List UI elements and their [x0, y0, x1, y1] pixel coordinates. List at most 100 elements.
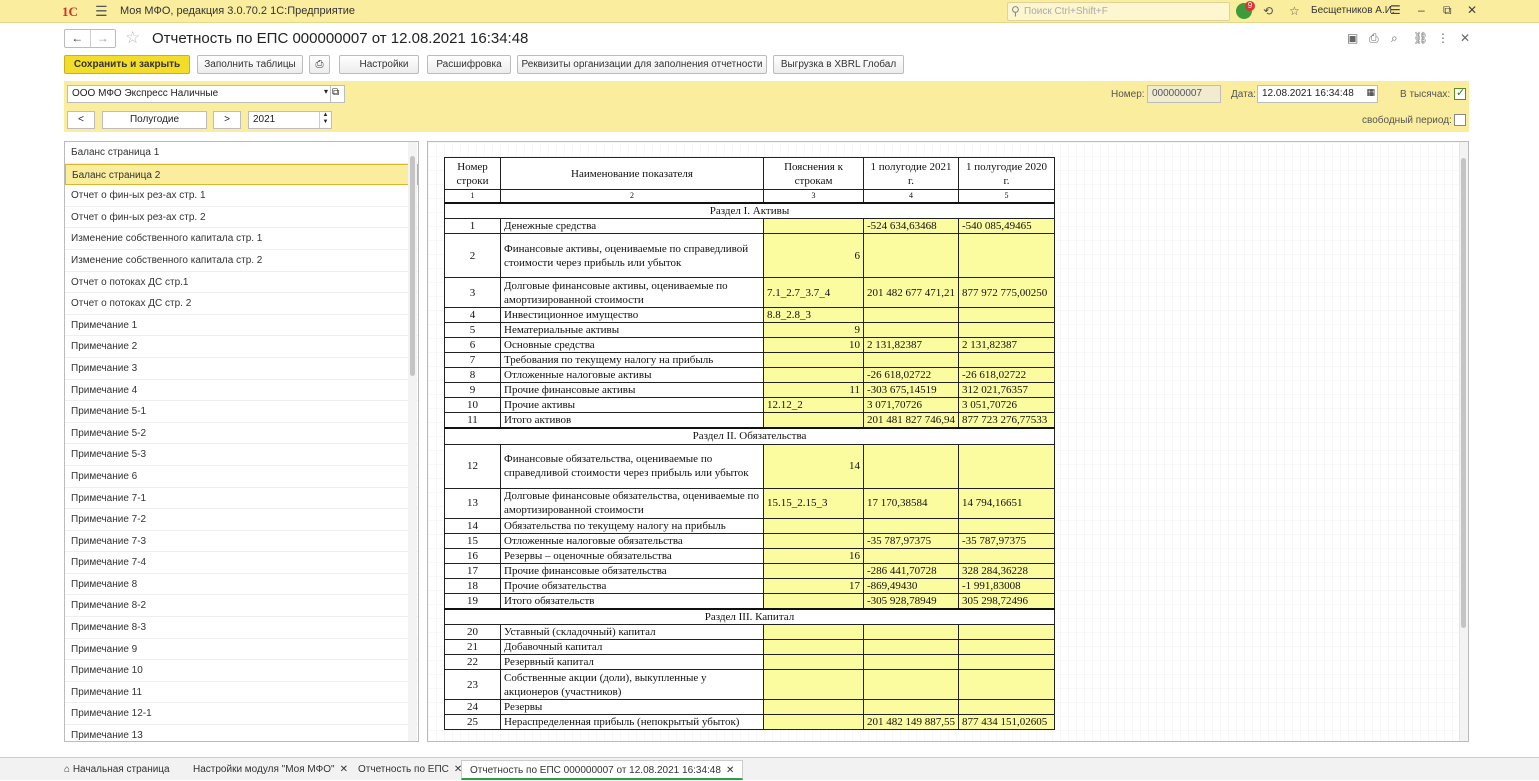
sidebar-item[interactable]: Примечание 9 — [65, 639, 418, 661]
value-2021-cell[interactable] — [863, 517, 959, 534]
date-field[interactable]: 12.08.2021 16:34:48 ▦ — [1257, 85, 1378, 103]
current-user[interactable]: Бесщетников А.И. — [1311, 5, 1395, 16]
sidebar-item[interactable]: Примечание 13 — [65, 725, 418, 741]
sidebar-item[interactable]: Отчет о потоках ДС стр. 2 — [65, 293, 418, 315]
value-2021-cell[interactable]: -303 675,14519 — [863, 382, 959, 398]
sidebar-scroll-thumb[interactable] — [410, 156, 415, 376]
value-2020-cell[interactable]: 328 284,36228 — [958, 562, 1055, 579]
note-cell[interactable] — [763, 624, 864, 640]
value-2020-cell[interactable]: -26 618,02722 — [958, 367, 1055, 383]
sidebar-item[interactable]: Примечание 1 — [65, 315, 418, 337]
value-2020-cell[interactable] — [958, 624, 1055, 640]
more-icon[interactable]: ⋮ — [1437, 31, 1449, 45]
open-org-icon[interactable]: ⧉ — [330, 85, 345, 103]
note-cell[interactable] — [763, 517, 864, 534]
note-cell[interactable] — [763, 714, 864, 730]
value-2021-cell[interactable] — [863, 443, 959, 489]
value-2020-cell[interactable]: 877 434 151,02605 — [958, 714, 1055, 730]
value-2021-cell[interactable] — [863, 669, 959, 700]
value-2021-cell[interactable]: -35 787,97375 — [863, 532, 959, 549]
sidebar-item[interactable]: Баланс страница 2 — [65, 163, 418, 186]
close-window-icon[interactable]: ✕ — [1467, 3, 1477, 17]
value-2021-cell[interactable]: -869,49430 — [863, 577, 959, 594]
value-2020-cell[interactable] — [958, 352, 1055, 368]
note-cell[interactable]: 11 — [763, 382, 864, 398]
value-2020-cell[interactable]: 2 131,82387 — [958, 337, 1055, 353]
sidebar-item[interactable]: Примечание 7-1 — [65, 488, 418, 510]
value-2020-cell[interactable] — [958, 307, 1055, 323]
value-2021-cell[interactable]: 2 131,82387 — [863, 337, 959, 353]
free-period-checkbox[interactable] — [1454, 114, 1466, 126]
note-cell[interactable]: 14 — [763, 443, 864, 489]
tab-eps-list[interactable]: Отчетность по ЕПС ✕ — [350, 760, 470, 780]
note-cell[interactable] — [763, 639, 864, 655]
calendar-icon[interactable]: ▦ — [1366, 87, 1375, 98]
sidebar-item[interactable]: Баланс страница 1 — [65, 142, 418, 164]
back-icon[interactable]: ← — [65, 30, 90, 47]
sidebar-item[interactable]: Отчет о фин-ых рез-ах стр. 1 — [65, 185, 418, 207]
sidebar-item[interactable]: Примечание 7-3 — [65, 531, 418, 553]
period-prev-button[interactable]: < — [67, 111, 95, 129]
dropdown-icon[interactable]: ▾ — [324, 87, 328, 96]
sidebar-item[interactable]: Примечание 8 — [65, 574, 418, 596]
sidebar-item[interactable]: Изменение собственного капитала стр. 2 — [65, 250, 418, 272]
sidebar-item[interactable]: Примечание 5-1 — [65, 401, 418, 423]
value-2021-cell[interactable] — [863, 322, 959, 338]
history-icon[interactable]: ⟲ — [1263, 4, 1273, 18]
sidebar-item[interactable]: Примечание 3 — [65, 358, 418, 380]
close-form-icon[interactable]: ✕ — [1460, 31, 1470, 45]
save-close-button[interactable]: Сохранить и закрыть — [64, 55, 190, 74]
main-menu-icon[interactable]: ☰ — [95, 3, 108, 20]
print-icon[interactable]: ⎙ — [1369, 31, 1379, 46]
value-2020-cell[interactable] — [958, 669, 1055, 700]
value-2020-cell[interactable] — [958, 699, 1055, 715]
sidebar-item[interactable]: Примечание 8-3 — [65, 617, 418, 639]
note-cell[interactable]: 15.15_2.15_3 — [763, 487, 864, 519]
sidebar-item[interactable]: Примечание 10 — [65, 660, 418, 682]
global-search-input[interactable]: ⚲ Поиск Ctrl+Shift+F — [1007, 2, 1230, 21]
note-cell[interactable]: 8.8_2.8_3 — [763, 307, 864, 323]
value-2020-cell[interactable]: 14 794,16651 — [958, 487, 1055, 519]
preview-icon[interactable]: ⌕ — [1391, 31, 1398, 46]
note-cell[interactable] — [763, 367, 864, 383]
tab-home[interactable]: ⌂ Начальная страница — [56, 760, 178, 780]
sidebar-item[interactable]: Примечание 6 — [65, 466, 418, 488]
sidebar-scrollbar[interactable] — [408, 142, 417, 741]
value-2020-cell[interactable]: -1 991,83008 — [958, 577, 1055, 594]
note-cell[interactable] — [763, 669, 864, 700]
sidebar-item[interactable]: Примечание 11 — [65, 682, 418, 704]
value-2021-cell[interactable]: 201 482 149 887,55 — [863, 714, 959, 730]
note-cell[interactable] — [763, 352, 864, 368]
value-2021-cell[interactable] — [863, 639, 959, 655]
note-cell[interactable] — [763, 412, 864, 429]
sidebar-item[interactable]: Примечание 2 — [65, 336, 418, 358]
org-details-button[interactable]: Реквизиты организации для заполнения отч… — [517, 55, 767, 74]
close-tab-icon[interactable]: ✕ — [726, 765, 734, 776]
value-2021-cell[interactable]: -286 441,70728 — [863, 562, 959, 579]
fill-tables-button[interactable]: Заполнить таблицы — [197, 55, 303, 74]
sidebar-item[interactable]: Примечание 4 — [65, 380, 418, 402]
value-2020-cell[interactable] — [958, 233, 1055, 278]
value-2021-cell[interactable]: 201 482 677 471,21 — [863, 277, 959, 308]
value-2020-cell[interactable] — [958, 517, 1055, 534]
value-2021-cell[interactable] — [863, 624, 959, 640]
value-2021-cell[interactable]: -305 928,78949 — [863, 592, 959, 609]
value-2021-cell[interactable] — [863, 233, 959, 278]
value-2021-cell[interactable] — [863, 699, 959, 715]
value-2020-cell[interactable] — [958, 443, 1055, 489]
tab-eps-document[interactable]: Отчетность по ЕПС 000000007 от 12.08.202… — [461, 760, 744, 780]
value-2020-cell[interactable]: -35 787,97375 — [958, 532, 1055, 549]
value-2021-cell[interactable] — [863, 307, 959, 323]
settings-lines-icon[interactable]: ☰ — [1390, 3, 1401, 17]
note-cell[interactable]: 7.1_2.7_3.7_4 — [763, 277, 864, 308]
note-cell[interactable]: 16 — [763, 547, 864, 564]
link-icon[interactable]: ⛓ — [1413, 31, 1428, 45]
value-2020-cell[interactable]: 3 051,70726 — [958, 397, 1055, 413]
sidebar-item[interactable]: Примечание 5-3 — [65, 444, 418, 466]
value-2021-cell[interactable]: 17 170,38584 — [863, 487, 959, 519]
note-cell[interactable]: 9 — [763, 322, 864, 338]
value-2020-cell[interactable]: 305 298,72496 — [958, 592, 1055, 609]
note-cell[interactable] — [763, 654, 864, 670]
note-cell[interactable] — [763, 592, 864, 609]
settings-button[interactable]: Настройки — [339, 55, 419, 74]
